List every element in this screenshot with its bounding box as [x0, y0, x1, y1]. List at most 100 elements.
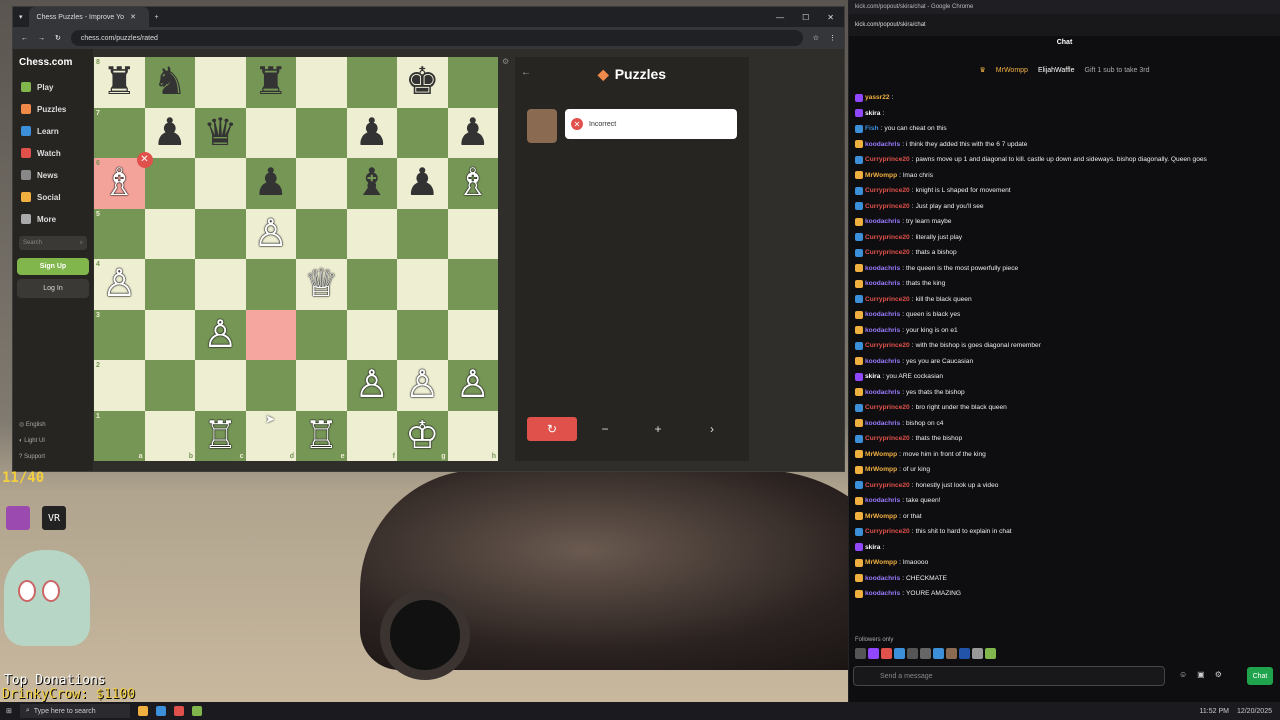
chat-input[interactable]: Send a message [853, 666, 1165, 686]
square-g5[interactable] [397, 208, 448, 259]
chat-username[interactable]: Curryprince20 [865, 152, 910, 168]
square-b2[interactable] [144, 360, 195, 411]
chess-piece[interactable]: ♙ [355, 366, 389, 404]
square-c1[interactable]: c ♖ [195, 410, 246, 461]
language-link[interactable]: ◎ English [19, 417, 46, 433]
square-h4[interactable] [447, 259, 498, 310]
new-tab-icon[interactable]: + [155, 14, 159, 21]
reload-icon[interactable]: ↻ [55, 34, 61, 42]
chat-username[interactable]: skira [865, 369, 880, 385]
support-link[interactable]: ? Support [19, 449, 46, 465]
square-e5[interactable] [296, 208, 347, 259]
chat-username[interactable]: koodachris [865, 586, 900, 602]
chat-username[interactable]: Curryprince20 [865, 400, 910, 416]
chess-piece[interactable]: ♗ [102, 164, 136, 202]
chat-username[interactable]: Curryprince20 [865, 431, 910, 447]
chat-username[interactable]: koodachris [865, 354, 900, 370]
start-icon[interactable]: ⊞ [6, 707, 12, 715]
square-e1[interactable]: e ♖ [296, 410, 347, 461]
emote-icon[interactable] [920, 648, 931, 659]
square-b1[interactable]: b [144, 410, 195, 461]
chess-piece[interactable]: ♗ [456, 164, 490, 202]
chat-username[interactable]: koodachris [865, 493, 900, 509]
maximize-icon[interactable]: ☐ [802, 13, 809, 22]
square-a8[interactable]: 8 ♜ [94, 57, 145, 108]
chat-url-bar[interactable]: kick.com/popout/skira/chat [849, 14, 1280, 36]
clock-time[interactable]: 11:52 PM [1200, 708, 1229, 715]
chat-username[interactable]: yassr22 [865, 90, 890, 106]
chess-piece[interactable]: ♟ [254, 164, 288, 202]
chat-username[interactable]: Curryprince20 [865, 292, 910, 308]
square-f7[interactable]: ♟ [346, 107, 397, 158]
square-f6[interactable]: ♝ [346, 158, 397, 209]
chess-piece[interactable]: ♖ [304, 417, 338, 455]
emote-icon[interactable] [907, 648, 918, 659]
square-h1[interactable]: h [447, 410, 498, 461]
square-e3[interactable] [296, 309, 347, 360]
zoom-out-button[interactable]: − [580, 417, 630, 441]
chat-username[interactable]: koodachris [865, 276, 900, 292]
chess-piece[interactable]: ♙ [254, 215, 288, 253]
send-chat-button[interactable]: Chat [1247, 667, 1273, 685]
file-explorer-icon[interactable] [137, 706, 148, 716]
emoji-icon[interactable]: ☺ [1179, 670, 1187, 679]
chat-username[interactable]: koodachris [865, 323, 900, 339]
square-b7[interactable]: ♟ [144, 107, 195, 158]
chess-piece[interactable]: ♟ [456, 114, 490, 152]
square-e4[interactable]: ♕ [296, 259, 347, 310]
chess-piece[interactable]: ♚ [405, 63, 439, 101]
chess-piece[interactable]: ♙ [203, 316, 237, 354]
square-e6[interactable] [296, 158, 347, 209]
square-f5[interactable] [346, 208, 397, 259]
square-g8[interactable]: ♚ [397, 57, 448, 108]
sidebar-item-puzzles[interactable]: Puzzles [13, 98, 93, 120]
chess-piece[interactable]: ♖ [203, 417, 237, 455]
square-a6[interactable]: 6 ♗ ✕ [94, 152, 153, 209]
chat-username[interactable]: Curryprince20 [865, 245, 910, 261]
square-d6[interactable]: ♟ [245, 158, 296, 209]
sidebar-item-learn[interactable]: Learn [13, 120, 93, 142]
chat-username[interactable]: Curryprince20 [865, 199, 910, 215]
chat-username[interactable]: Fish [865, 121, 879, 137]
square-h8[interactable] [447, 57, 498, 108]
gifter-2[interactable]: ElijahWaffle [1038, 67, 1075, 74]
chat-username[interactable]: koodachris [865, 416, 900, 432]
square-e2[interactable] [296, 360, 347, 411]
back-icon[interactable]: ← [21, 35, 28, 42]
bookmark-icon[interactable]: ☆ [813, 34, 819, 42]
square-d2[interactable] [245, 360, 296, 411]
chess-piece[interactable]: ♕ [304, 265, 338, 303]
square-f2[interactable]: ♙ [346, 360, 397, 411]
clock-date[interactable]: 12/20/2025 [1237, 708, 1272, 715]
chess-board[interactable]: 8 ♜ ♞ ♜ ♚ 7 ♟ ♛ ♟ ♟ 6 ♗ ✕ ♟ ♝ ♟ ♗ 5 ♙ 4 ♙ ♕ 3 ♙ 2 ♙ ♙ ♙ 1 a b c ♖ d e ♖ f g ♔ h [94, 57, 498, 461]
sidebar-item-social[interactable]: Social [13, 186, 93, 208]
square-a7[interactable]: 7 [94, 107, 145, 158]
chess-piece[interactable]: ♝ [355, 164, 389, 202]
square-c2[interactable] [195, 360, 246, 411]
sidebar-item-watch[interactable]: Watch [13, 142, 93, 164]
square-h7[interactable]: ♟ [447, 107, 498, 158]
emote-icon[interactable] [933, 648, 944, 659]
tab-search-icon[interactable]: ▾ [19, 13, 23, 21]
square-g2[interactable]: ♙ [397, 360, 448, 411]
gift-sub-text[interactable]: Gift 1 sub to take 3rd [1085, 67, 1150, 74]
sidebar-item-play[interactable]: Play [13, 76, 93, 98]
gift-icon[interactable]: ▣ [1197, 670, 1205, 679]
app-icon[interactable] [191, 706, 202, 716]
sidebar-item-more[interactable]: More [13, 208, 93, 230]
chat-username[interactable]: Curryprince20 [865, 524, 910, 540]
square-h3[interactable] [447, 309, 498, 360]
square-d4[interactable] [245, 259, 296, 310]
chess-logo[interactable]: Chess.com [13, 49, 93, 76]
chess-piece[interactable]: ♙ [405, 366, 439, 404]
chat-username[interactable]: MrWompp [865, 555, 897, 571]
emote-icon[interactable] [946, 648, 957, 659]
chat-username[interactable]: Curryprince20 [865, 183, 910, 199]
square-c8[interactable] [195, 57, 246, 108]
square-f1[interactable]: f [346, 410, 397, 461]
signup-button[interactable]: Sign Up [17, 258, 89, 275]
sidebar-item-news[interactable]: News [13, 164, 93, 186]
square-e7[interactable] [296, 107, 347, 158]
edge-icon[interactable] [155, 706, 166, 716]
emote-icon[interactable] [894, 648, 905, 659]
